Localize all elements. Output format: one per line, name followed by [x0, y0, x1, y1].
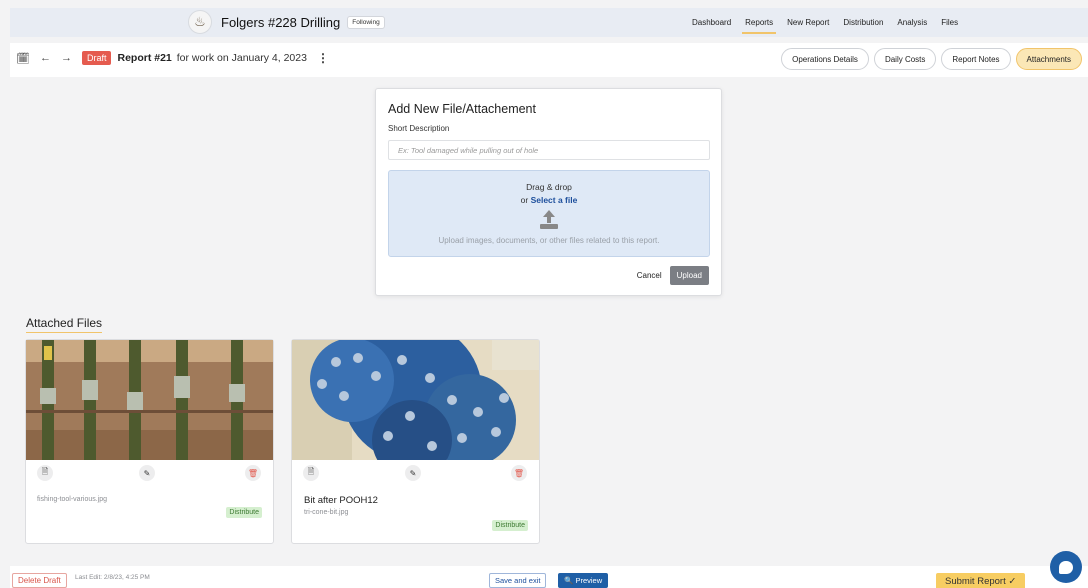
- select-file-link[interactable]: Select a file: [531, 195, 578, 205]
- file-name: fishing-tool-various.jpg: [37, 496, 108, 503]
- dropzone-hint: Upload images, documents, or other files…: [438, 236, 660, 245]
- or-label: or: [520, 195, 531, 205]
- preview-label: Preview: [575, 576, 603, 585]
- upload-icon: [540, 210, 558, 230]
- report-date: for work on January 4, 2023: [176, 52, 307, 64]
- kebab-menu-icon[interactable]: ⋮: [317, 51, 329, 65]
- card-actions: Cancel Upload: [637, 266, 709, 285]
- top-bar: ♨ Folgers #228 Drilling Following Dashbo…: [10, 8, 1088, 37]
- calendar-icon[interactable]: 🗓: [16, 52, 30, 65]
- file-actions: 🗎 ✎ 🗑: [292, 461, 539, 485]
- project-title: Folgers #228 Drilling: [221, 14, 341, 30]
- short-description-label: Short Description: [388, 124, 450, 133]
- arrow-left-icon[interactable]: ←: [40, 52, 51, 64]
- draft-badge: Draft: [81, 51, 112, 65]
- file-icon[interactable]: 🗎: [37, 465, 53, 481]
- nav-distribution[interactable]: Distribution: [836, 8, 890, 37]
- short-description-input[interactable]: [388, 140, 710, 160]
- file-thumbnail-tri-cone-bit[interactable]: [292, 340, 539, 460]
- submit-report-button[interactable]: Submit Report ✓: [936, 573, 1026, 588]
- select-file-line: or Select a file: [389, 195, 709, 205]
- delete-draft-button[interactable]: Delete Draft: [12, 573, 67, 588]
- nav-dashboard[interactable]: Dashboard: [685, 8, 738, 37]
- nav-analysis[interactable]: Analysis: [890, 8, 934, 37]
- check-circle-icon: ✓: [1008, 576, 1017, 587]
- tab-daily-costs[interactable]: Daily Costs: [873, 48, 937, 70]
- drag-drop-label: Drag & drop: [526, 182, 572, 192]
- file-thumbnail-fishing-tools[interactable]: [26, 340, 273, 460]
- save-and-exit-button[interactable]: Save and exit: [489, 573, 547, 588]
- trash-icon[interactable]: 🗑: [511, 465, 527, 481]
- footer-bar: Delete Draft Last Edit: 2/8/23, 4:25 PM …: [10, 566, 1088, 588]
- add-file-title: Add New File/Attachement: [388, 102, 536, 116]
- distribute-badge[interactable]: Distribute: [226, 507, 262, 518]
- edit-icon[interactable]: ✎: [139, 465, 155, 481]
- last-edit-label: Last Edit: 2/8/23, 4:25 PM: [75, 574, 150, 581]
- following-badge[interactable]: Following: [347, 15, 385, 29]
- file-name: tri-cone-bit.jpg: [304, 509, 349, 516]
- upload-button[interactable]: Upload: [669, 266, 709, 285]
- file-description: Bit after POOH12: [304, 495, 378, 506]
- main-nav: Dashboard Reports New Report Distributio…: [685, 8, 965, 37]
- tab-operations-details[interactable]: Operations Details: [781, 48, 869, 70]
- report-heading: 🗓 ← → Draft Report #21 for work on Janua…: [16, 51, 329, 65]
- file-card: 🗎 ✎ 🗑 fishing-tool-various.jpg Distribut…: [25, 339, 274, 544]
- trash-icon[interactable]: 🗑: [245, 465, 261, 481]
- file-dropzone[interactable]: Drag & drop or Select a file Upload imag…: [388, 170, 710, 257]
- file-actions: 🗎 ✎ 🗑: [26, 461, 273, 485]
- nav-new-report[interactable]: New Report: [780, 8, 836, 37]
- report-tabs: Operations Details Daily Costs Report No…: [776, 48, 1082, 70]
- brand: ♨ Folgers #228 Drilling Following: [188, 10, 385, 34]
- arrow-right-icon[interactable]: →: [61, 52, 72, 64]
- cancel-button[interactable]: Cancel: [637, 271, 662, 280]
- drilling-rig-logo-icon: ♨: [188, 10, 212, 34]
- add-file-card: Add New File/Attachement Short Descripti…: [375, 88, 722, 296]
- chat-icon[interactable]: [1050, 551, 1082, 583]
- tab-report-notes[interactable]: Report Notes: [941, 48, 1011, 70]
- nav-files[interactable]: Files: [934, 8, 965, 37]
- attached-files-title: Attached Files: [26, 316, 103, 333]
- distribute-badge[interactable]: Distribute: [492, 520, 528, 531]
- search-icon: 🔍: [564, 576, 574, 585]
- edit-icon[interactable]: ✎: [405, 465, 421, 481]
- tab-attachments[interactable]: Attachments: [1015, 48, 1082, 70]
- file-icon[interactable]: 🗎: [303, 465, 319, 481]
- report-toolbar: 🗓 ← → Draft Report #21 for work on Janua…: [10, 43, 1088, 77]
- preview-button[interactable]: 🔍 Preview: [558, 573, 609, 588]
- nav-reports[interactable]: Reports: [738, 8, 780, 37]
- submit-label: Submit Report: [945, 576, 1006, 587]
- file-card: 🗎 ✎ 🗑 Bit after POOH12 tri-cone-bit.jpg …: [291, 339, 540, 544]
- report-number: Report #21: [117, 52, 172, 64]
